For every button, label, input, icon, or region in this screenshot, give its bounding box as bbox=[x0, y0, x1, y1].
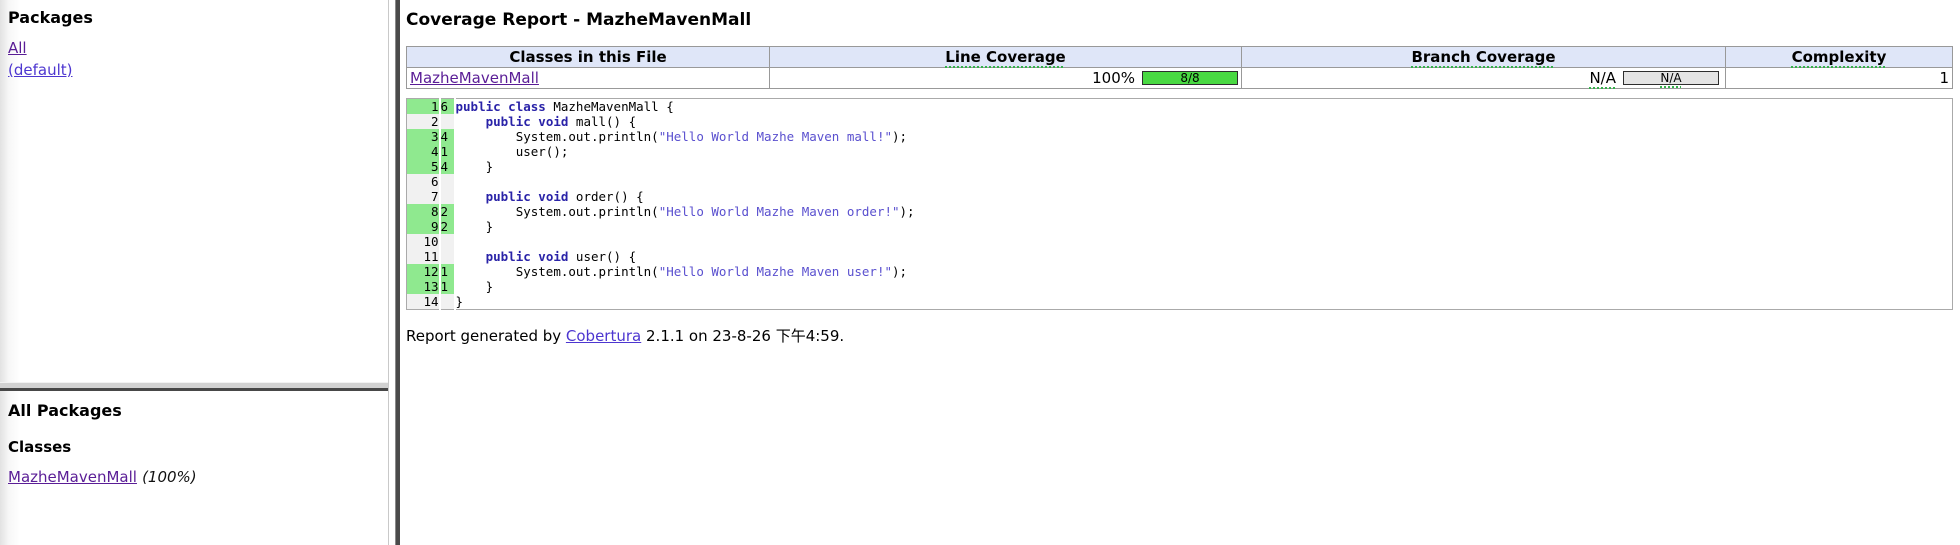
source-code-line: user(); bbox=[455, 144, 1953, 159]
source-line: 7 public void order() { bbox=[407, 189, 1953, 204]
footer-text-prefix: Report generated by bbox=[406, 327, 566, 345]
branch-coverage-percent: N/A bbox=[1589, 69, 1616, 87]
hit-count bbox=[440, 249, 455, 264]
line-number: 13 bbox=[407, 279, 440, 294]
source-code-line: public class MazheMavenMall { bbox=[455, 99, 1953, 115]
source-code-line: public void user() { bbox=[455, 249, 1953, 264]
cobertura-link[interactable]: Cobertura bbox=[566, 327, 641, 345]
source-line: 92 } bbox=[407, 219, 1953, 234]
line-number: 9 bbox=[407, 219, 440, 234]
source-code-line: System.out.println("Hello World Mazhe Ma… bbox=[455, 204, 1953, 219]
complexity-cell: 1 bbox=[1726, 68, 1953, 89]
source-line: 2 public void mall() { bbox=[407, 114, 1953, 129]
hit-count: 1 bbox=[440, 144, 455, 159]
line-number: 2 bbox=[407, 114, 440, 129]
source-code-line: System.out.println("Hello World Mazhe Ma… bbox=[455, 264, 1953, 279]
class-name-cell: MazheMavenMall bbox=[407, 68, 770, 89]
line-number: 6 bbox=[407, 174, 440, 189]
classes-frame: All Packages Classes MazheMavenMall (100… bbox=[0, 391, 388, 545]
class-coverage-percent: (100%) bbox=[142, 468, 197, 486]
hit-count bbox=[440, 294, 455, 310]
class-name-link[interactable]: MazheMavenMall bbox=[410, 69, 539, 87]
packages-heading: Packages bbox=[8, 8, 380, 27]
source-line: 34 System.out.println("Hello World Mazhe… bbox=[407, 129, 1953, 144]
line-number: 5 bbox=[407, 159, 440, 174]
line-number: 12 bbox=[407, 264, 440, 279]
source-code-line bbox=[455, 174, 1953, 189]
source-code-line: System.out.println("Hello World Mazhe Ma… bbox=[455, 129, 1953, 144]
source-line: 14} bbox=[407, 294, 1953, 310]
summary-data-row: MazheMavenMall 100% 8/8 N/A N/A 1 bbox=[407, 68, 1953, 89]
header-complexity: Complexity bbox=[1726, 47, 1953, 68]
source-line: 54 } bbox=[407, 159, 1953, 174]
package-link-all[interactable]: All bbox=[8, 39, 27, 57]
source-line: 121 System.out.println("Hello World Mazh… bbox=[407, 264, 1953, 279]
branch-coverage-bar: N/A bbox=[1623, 71, 1719, 85]
page-title: Coverage Report - MazheMavenMall bbox=[406, 10, 1953, 30]
footer-text-suffix: 2.1.1 on 23-8-26 下午4:59. bbox=[641, 327, 844, 345]
line-number: 10 bbox=[407, 234, 440, 249]
source-line: 82 System.out.println("Hello World Mazhe… bbox=[407, 204, 1953, 219]
header-classes-in-file: Classes in this File bbox=[407, 47, 770, 68]
hit-count: 4 bbox=[440, 159, 455, 174]
header-branch-coverage: Branch Coverage bbox=[1242, 47, 1726, 68]
line-number: 4 bbox=[407, 144, 440, 159]
source-code-line: } bbox=[455, 219, 1953, 234]
source-line: 16public class MazheMavenMall { bbox=[407, 99, 1953, 115]
line-coverage-cell: 100% 8/8 bbox=[770, 68, 1242, 89]
report-frame: 凶码者 Coverage Report - MazheMavenMall Cla… bbox=[400, 0, 1960, 545]
line-coverage-percent: 100% bbox=[1092, 69, 1135, 87]
source-code-line: } bbox=[455, 279, 1953, 294]
coverage-summary-table: Classes in this File Line Coverage Branc… bbox=[406, 46, 1953, 89]
packages-frame: Packages All (default) bbox=[0, 0, 388, 382]
line-number: 7 bbox=[407, 189, 440, 204]
source-code-line: public void mall() { bbox=[455, 114, 1953, 129]
source-line: 131 } bbox=[407, 279, 1953, 294]
hit-count: 2 bbox=[440, 204, 455, 219]
class-link[interactable]: MazheMavenMall bbox=[8, 468, 137, 486]
source-code-line: } bbox=[455, 159, 1953, 174]
frame-divider-horizontal[interactable] bbox=[0, 382, 388, 391]
source-code-line: public void order() { bbox=[455, 189, 1953, 204]
classes-heading: Classes bbox=[8, 438, 380, 456]
source-line: 6 bbox=[407, 174, 1953, 189]
hit-count: 4 bbox=[440, 129, 455, 144]
summary-header-row: Classes in this File Line Coverage Branc… bbox=[407, 47, 1953, 68]
source-code-table: 16public class MazheMavenMall {2 public … bbox=[406, 98, 1953, 310]
line-number: 14 bbox=[407, 294, 440, 310]
branch-coverage-cell: N/A N/A bbox=[1242, 68, 1726, 89]
coverage-report-page: Packages All (default) All Packages Clas… bbox=[0, 0, 1960, 545]
source-code-panel: 16public class MazheMavenMall {2 public … bbox=[406, 98, 1953, 310]
source-line: 10 bbox=[407, 234, 1953, 249]
line-number: 8 bbox=[407, 204, 440, 219]
line-number: 3 bbox=[407, 129, 440, 144]
hit-count: 1 bbox=[440, 264, 455, 279]
hit-count: 2 bbox=[440, 219, 455, 234]
package-link-default[interactable]: (default) bbox=[8, 61, 72, 79]
sidebar: Packages All (default) All Packages Clas… bbox=[0, 0, 388, 545]
frame-divider-vertical[interactable] bbox=[388, 0, 400, 545]
source-table-body: 16public class MazheMavenMall {2 public … bbox=[407, 99, 1953, 310]
header-line-coverage: Line Coverage bbox=[770, 47, 1242, 68]
report-footer: Report generated by Cobertura 2.1.1 on 2… bbox=[406, 325, 1953, 346]
hit-count bbox=[440, 234, 455, 249]
source-line: 41 user(); bbox=[407, 144, 1953, 159]
source-code-line: } bbox=[455, 294, 1953, 310]
source-code-line bbox=[455, 234, 1953, 249]
hit-count: 1 bbox=[440, 279, 455, 294]
source-line: 11 public void user() { bbox=[407, 249, 1953, 264]
hit-count: 6 bbox=[440, 99, 455, 115]
hit-count bbox=[440, 114, 455, 129]
line-number: 1 bbox=[407, 99, 440, 115]
all-packages-heading: All Packages bbox=[8, 401, 380, 420]
hit-count bbox=[440, 189, 455, 204]
line-number: 11 bbox=[407, 249, 440, 264]
hit-count bbox=[440, 174, 455, 189]
line-coverage-bar: 8/8 bbox=[1142, 71, 1238, 85]
class-list-item: MazheMavenMall (100%) bbox=[8, 466, 380, 488]
